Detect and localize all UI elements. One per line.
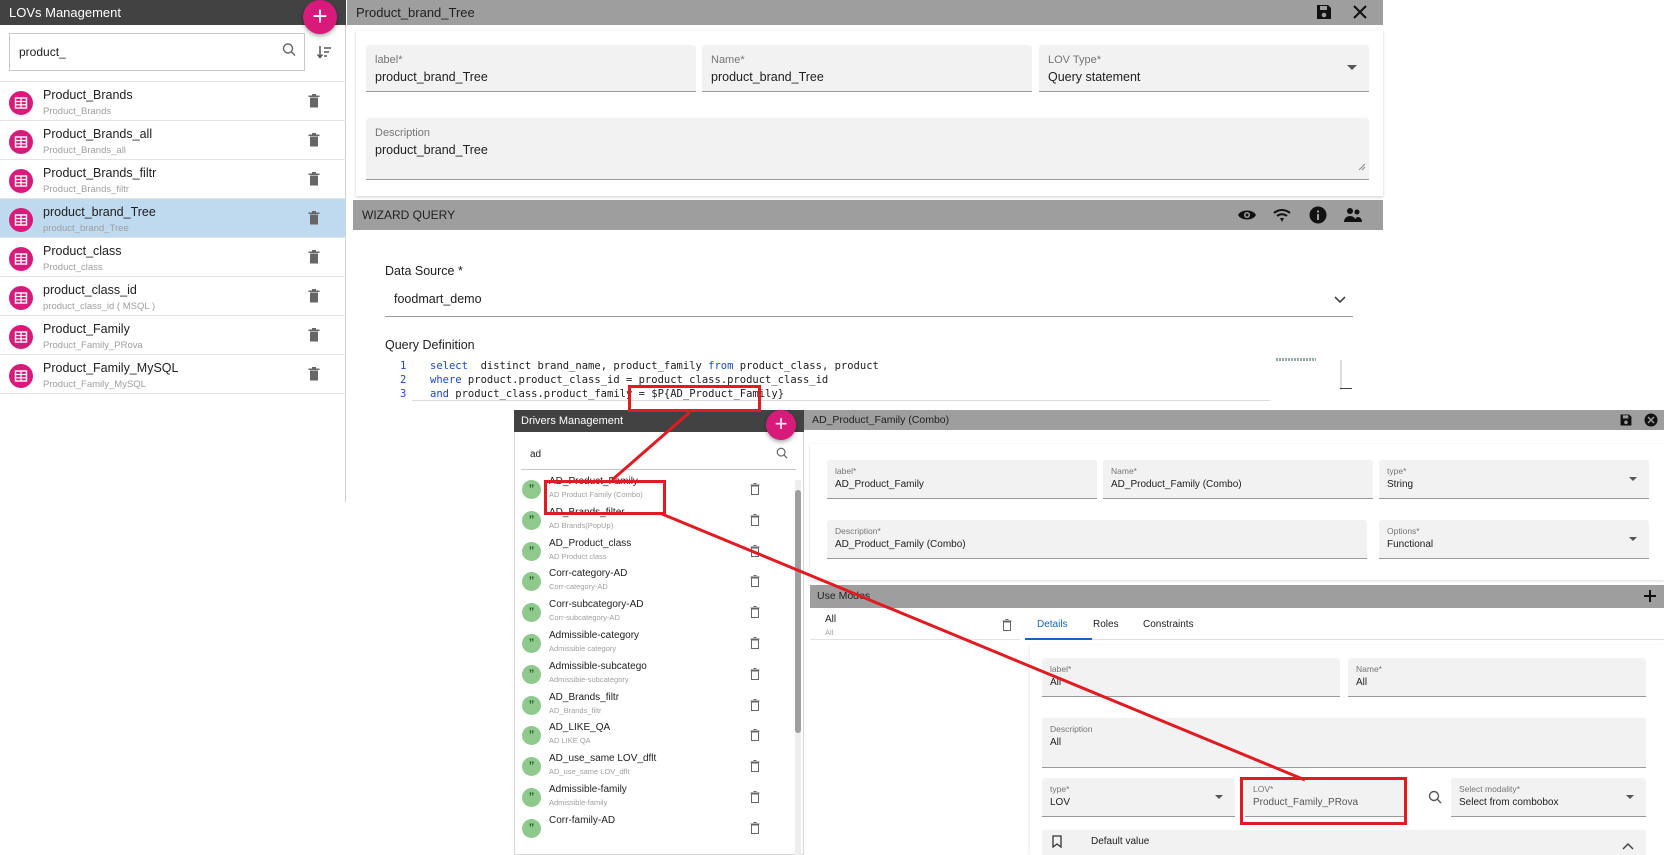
connector-line-1 xyxy=(611,410,691,482)
connector-line-2 xyxy=(661,512,1306,782)
connector-lines xyxy=(611,410,1306,782)
